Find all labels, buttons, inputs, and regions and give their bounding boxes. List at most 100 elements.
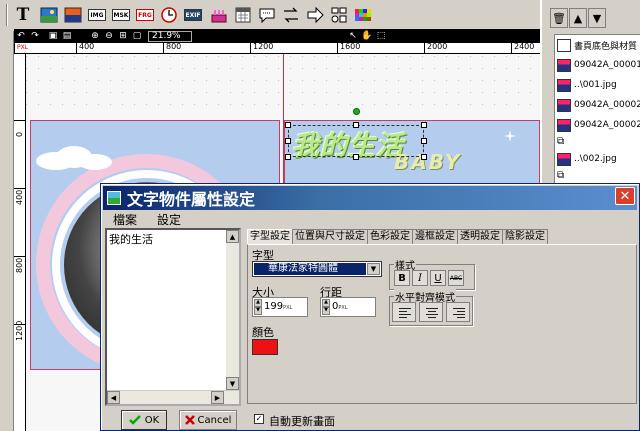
chevron-down-icon[interactable]: ▼	[367, 263, 380, 275]
align-center-icon[interactable]	[419, 302, 443, 322]
ruler-tick: 800	[14, 256, 25, 273]
ok-button[interactable]: OK	[121, 410, 167, 430]
ok-label: OK	[144, 414, 160, 426]
close-button[interactable]: ✕	[615, 187, 635, 205]
text-tool-icon[interactable]: T	[14, 5, 32, 25]
tab-color[interactable]: 色彩設定	[367, 229, 413, 244]
scroll-up-icon[interactable]: ▲	[226, 230, 239, 243]
stepper-arrows[interactable]: ▲ ▼	[254, 299, 262, 315]
calendar-icon[interactable]	[234, 6, 252, 24]
size-value[interactable]: 199PXL	[264, 301, 292, 312]
auto-update-checkbox[interactable]: ✓	[254, 414, 264, 424]
line-spacing-stepper[interactable]: ▲ ▼ 0PXL	[320, 297, 376, 317]
resize-handle[interactable]	[421, 138, 427, 144]
list-item[interactable]: ⧉	[555, 169, 640, 183]
frg-label: FRG	[136, 9, 154, 21]
strikethrough-button[interactable]: ABC	[448, 270, 464, 286]
scroll-down-icon[interactable]: ▼	[226, 377, 239, 390]
select-pointer-icon[interactable]: ↖	[346, 30, 360, 42]
close-icon: ✕	[619, 188, 631, 204]
menu-file[interactable]: 檔案	[113, 211, 137, 227]
font-selected-value: 華康法家特圓體	[254, 263, 366, 275]
resize-handle[interactable]	[285, 122, 291, 128]
speech-bubble-icon[interactable]	[258, 6, 276, 24]
list-item[interactable]: 09042A_00001.F	[555, 55, 640, 75]
color-swatch[interactable]	[252, 339, 278, 355]
menu-settings[interactable]: 設定	[157, 211, 181, 227]
stepper-arrows[interactable]: ▲ ▼	[322, 299, 330, 315]
cake-icon[interactable]	[210, 6, 228, 24]
move-up-icon[interactable]: ▲	[569, 8, 587, 28]
underline-button[interactable]: U	[430, 270, 446, 286]
exif-icon[interactable]: EXIF	[184, 6, 202, 24]
ruler-tick: 400	[14, 188, 25, 205]
list-item[interactable]: ..\001.jpg	[555, 75, 640, 95]
group-objects-icon[interactable]	[330, 6, 348, 24]
list-item[interactable]: 09042A_00002.F	[555, 115, 640, 135]
tab-transparency[interactable]: 透明設定	[457, 229, 503, 244]
vertical-scrollbar[interactable]: ▲ ▼	[226, 230, 239, 390]
ruler-tick: 800	[163, 43, 181, 53]
tab-position-size[interactable]: 位置與尺寸設定	[292, 229, 368, 244]
copy-icon[interactable]: ▣	[46, 30, 60, 42]
undo-icon[interactable]: ↶	[14, 30, 28, 42]
actual-size-icon[interactable]: ▢	[130, 30, 144, 42]
sparkle-icon	[504, 130, 516, 142]
list-item[interactable]: 09042A_00002.F	[555, 95, 640, 115]
list-item[interactable]: 書頁底色與材質	[555, 35, 640, 55]
image-tool-icon[interactable]	[40, 6, 58, 24]
resize-handle[interactable]	[353, 122, 359, 128]
ruler-tick: 1200	[250, 43, 273, 53]
clock-icon[interactable]	[160, 6, 178, 24]
left-gutter	[0, 29, 14, 431]
cancel-button[interactable]: Cancel	[179, 410, 237, 430]
font-dropdown[interactable]: 華康法家特圓體 ▼	[252, 261, 382, 277]
color-grid-icon[interactable]	[354, 6, 372, 24]
resize-handle[interactable]	[421, 154, 427, 160]
arrow-right-icon[interactable]	[306, 6, 324, 24]
resize-handle[interactable]	[421, 122, 427, 128]
horizontal-scrollbar[interactable]: ◀ ▶	[107, 390, 239, 404]
swap-arrows-icon[interactable]	[282, 6, 300, 24]
list-item[interactable]: ⧉	[555, 135, 640, 149]
crop-select-icon[interactable]: ⬚	[374, 30, 388, 42]
redo-icon[interactable]: ↷	[28, 30, 42, 42]
ruler-tick: 2400	[511, 43, 534, 53]
list-item-label: ..\001.jpg	[574, 80, 617, 90]
tab-border[interactable]: 邊框設定	[412, 229, 458, 244]
zoom-in-icon[interactable]: ⊕	[88, 30, 102, 42]
list-item-label: ..\002.jpg	[574, 154, 617, 164]
resize-handle[interactable]	[285, 154, 291, 160]
italic-button[interactable]: I	[412, 270, 428, 286]
size-stepper[interactable]: ▲ ▼ 199PXL	[252, 297, 308, 317]
dialog-title-bar[interactable]: 文字物件屬性設定	[103, 186, 637, 210]
hand-pan-icon[interactable]: ✋	[360, 30, 374, 42]
trash-icon[interactable]: 🗑	[550, 8, 568, 28]
mask-icon[interactable]: MSK	[112, 6, 130, 24]
resize-handle[interactable]	[285, 138, 291, 144]
zoom-out-icon[interactable]: ⊖	[102, 30, 116, 42]
zoom-level[interactable]: 21.9%	[148, 30, 192, 42]
list-item-label: 書頁底色與材質	[574, 41, 638, 52]
rotate-handle[interactable]	[353, 108, 360, 115]
text-content-input[interactable]: 我的生活 ▲ ▼ ◀ ▶	[105, 228, 241, 406]
scroll-right-icon[interactable]: ▶	[211, 391, 224, 404]
bold-button[interactable]: B	[394, 270, 410, 286]
img-frame-icon[interactable]: IMG	[88, 6, 106, 24]
tab-font[interactable]: 字型設定	[247, 229, 293, 245]
scroll-left-icon[interactable]: ◀	[107, 391, 120, 404]
selection-box[interactable]	[288, 125, 424, 157]
move-down-icon[interactable]: ▼	[588, 8, 606, 28]
tab-shadow[interactable]: 陰影設定	[502, 229, 548, 244]
align-right-icon[interactable]	[446, 302, 470, 322]
background-tool-icon[interactable]	[64, 6, 82, 24]
paste-icon[interactable]: ▤	[60, 30, 74, 42]
resize-handle[interactable]	[353, 154, 359, 160]
align-left-icon[interactable]	[392, 302, 416, 322]
text-content[interactable]: 我的生活	[109, 233, 153, 246]
fit-page-icon[interactable]: ⊞	[116, 30, 130, 42]
line-spacing-value[interactable]: 0PXL	[332, 301, 348, 312]
list-item[interactable]: ..\002.jpg	[555, 149, 640, 169]
frame-icon[interactable]: FRG	[136, 6, 154, 24]
image-icon	[557, 118, 571, 132]
